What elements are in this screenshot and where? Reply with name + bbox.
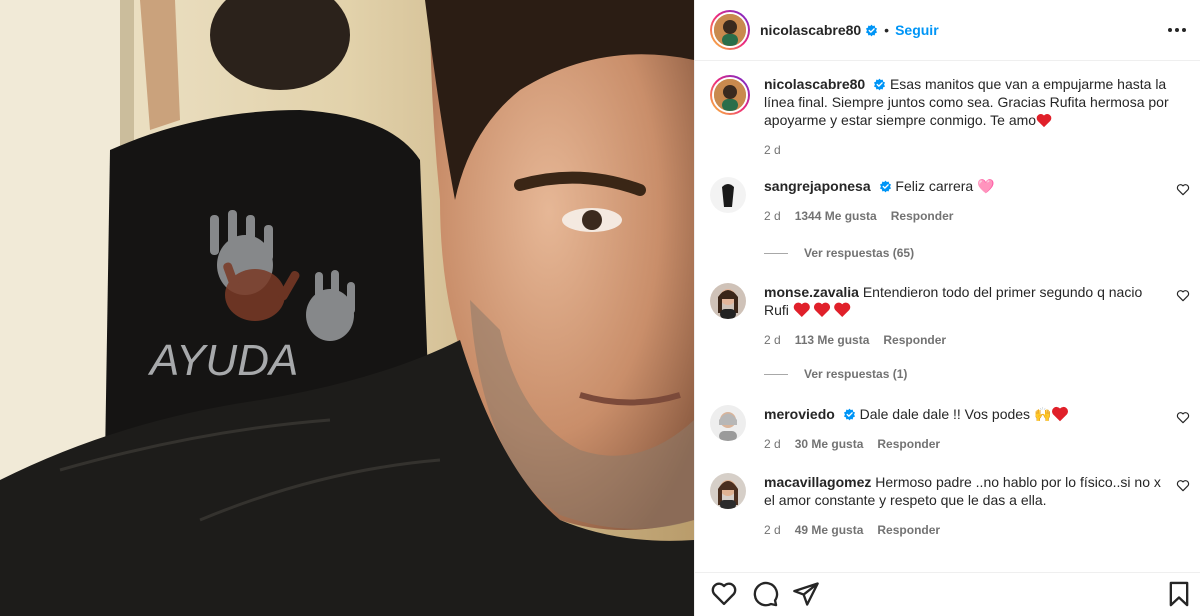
comment-username[interactable]: meroviedo xyxy=(764,406,835,422)
comment-item: monse.zavalia Entendieron todo del prime… xyxy=(710,283,1190,349)
like-comment-heart-icon[interactable] xyxy=(1176,183,1190,197)
comments-feed[interactable]: nicolascabre80 Esas manitos que van a em… xyxy=(695,61,1200,572)
post-photo-illustration: AYUDA xyxy=(0,0,694,616)
view-replies-label: Ver respuestas (65) xyxy=(804,246,915,260)
view-replies-button[interactable]: Ver respuestas (65) xyxy=(764,246,914,260)
comment-time[interactable]: 2 d xyxy=(764,435,781,453)
verified-badge-icon xyxy=(879,180,891,193)
commenter-avatar[interactable] xyxy=(710,177,746,213)
author-avatar[interactable] xyxy=(710,10,750,50)
comment-bubble-icon[interactable] xyxy=(751,580,779,608)
view-replies-button[interactable]: Ver respuestas (1) xyxy=(764,367,907,381)
commenter-avatar-image xyxy=(710,405,746,441)
comment-time[interactable]: 2 d xyxy=(764,207,781,225)
comment-likes[interactable]: 49 Me gusta xyxy=(795,521,864,539)
reply-button[interactable]: Responder xyxy=(877,521,940,539)
post-caption: nicolascabre80 Esas manitos que van a em… xyxy=(710,75,1190,159)
follow-button[interactable]: Seguir xyxy=(895,22,939,38)
author-username[interactable]: nicolascabre80 xyxy=(760,22,861,38)
caption-avatar-image xyxy=(714,79,746,111)
post-detail-panel: nicolascabre80 • Seguir nicolascabre80 E… xyxy=(694,0,1200,616)
comment-item: meroviedo Dale dale dale !! Vos podes 🙌 … xyxy=(710,405,1190,453)
post-header: nicolascabre80 • Seguir xyxy=(695,0,1200,61)
comment-username[interactable]: monse.zavalia xyxy=(764,284,859,300)
more-dots-icon[interactable] xyxy=(1165,20,1189,40)
header-separator: • xyxy=(884,22,890,38)
verified-badge-icon xyxy=(874,78,886,91)
post-action-bar xyxy=(695,572,1200,616)
heart-outline-icon[interactable] xyxy=(710,580,738,608)
replies-divider-line xyxy=(764,252,788,254)
commenter-avatar-image xyxy=(710,473,746,509)
caption-author-avatar[interactable] xyxy=(710,75,750,115)
commenter-avatar-image xyxy=(710,177,746,213)
caption-time[interactable]: 2 d xyxy=(764,141,781,159)
post-photo[interactable]: AYUDA xyxy=(0,0,694,616)
reply-button[interactable]: Responder xyxy=(877,435,940,453)
three-hearts-emoji-icon xyxy=(793,302,851,318)
comment-time[interactable]: 2 d xyxy=(764,331,781,349)
like-comment-heart-icon[interactable] xyxy=(1176,479,1190,493)
view-replies-label: Ver respuestas (1) xyxy=(804,367,908,381)
like-comment-heart-icon[interactable] xyxy=(1176,289,1190,303)
replies-divider-line xyxy=(764,373,788,375)
commenter-avatar[interactable] xyxy=(710,283,746,319)
paper-plane-icon[interactable] xyxy=(792,580,820,608)
verified-badge-icon xyxy=(843,408,855,421)
comment-likes[interactable]: 113 Me gusta xyxy=(795,331,870,349)
comment-item: sangrejaponesa Feliz carrera 🩷 2 d 1344 … xyxy=(710,177,1190,225)
red-heart-emoji-icon xyxy=(1052,406,1069,422)
comment-text: Dale dale dale !! Vos podes 🙌 xyxy=(859,406,1052,422)
comment-likes[interactable]: 1344 Me gusta xyxy=(795,207,877,225)
comment-text: Feliz carrera 🩷 xyxy=(895,178,995,194)
comment-item: macavillagomez Hermoso padre ..no hablo … xyxy=(710,473,1190,539)
comment-time[interactable]: 2 d xyxy=(764,521,781,539)
comment-username[interactable]: sangrejaponesa xyxy=(764,178,871,194)
commenter-avatar[interactable] xyxy=(710,473,746,509)
bookmark-icon[interactable] xyxy=(1165,580,1193,608)
author-avatar-image xyxy=(714,14,746,46)
commenter-avatar[interactable] xyxy=(710,405,746,441)
like-comment-heart-icon[interactable] xyxy=(1176,411,1190,425)
comment-username[interactable]: macavillagomez xyxy=(764,474,871,490)
reply-button[interactable]: Responder xyxy=(883,331,946,349)
verified-badge-icon xyxy=(866,24,878,36)
comment-likes[interactable]: 30 Me gusta xyxy=(795,435,864,453)
caption-username[interactable]: nicolascabre80 xyxy=(764,76,865,92)
red-heart-emoji-icon xyxy=(1036,114,1052,128)
svg-text:AYUDA: AYUDA xyxy=(147,336,298,385)
reply-button[interactable]: Responder xyxy=(891,207,954,225)
commenter-avatar-image xyxy=(710,283,746,319)
